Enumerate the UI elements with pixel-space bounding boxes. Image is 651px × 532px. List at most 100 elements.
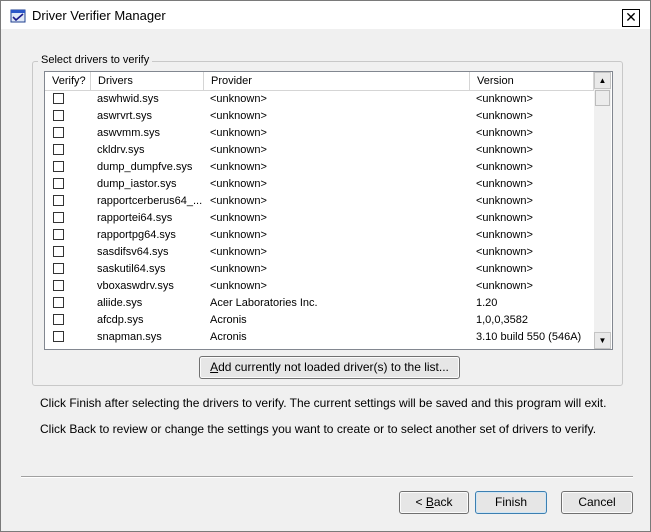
verify-checkbox[interactable] [53,280,64,291]
back-button-prefix: < [415,495,426,509]
driver-name-cell: vboxaswdrv.sys [97,280,174,292]
table-row[interactable]: dump_iastor.sys <unknown> <unknown> [45,176,594,193]
provider-cell: <unknown> [210,110,267,122]
verify-checkbox[interactable] [53,178,64,189]
table-row[interactable]: aliide.sys Acer Laboratories Inc. 1.20 [45,295,594,312]
provider-cell: Acronis [210,331,247,343]
provider-cell: <unknown> [210,280,267,292]
verify-checkbox[interactable] [53,314,64,325]
cancel-button[interactable]: Cancel [561,491,633,514]
driver-name-cell: ckldrv.sys [97,144,145,156]
verify-checkbox[interactable] [53,331,64,342]
version-cell: 1.20 [476,297,498,309]
verify-checkbox[interactable] [53,297,64,308]
verify-checkbox[interactable] [53,195,64,206]
finish-button[interactable]: Finish [475,491,547,514]
driver-name-cell: rapportei64.sys [97,212,173,224]
driver-name-cell: aswvmm.sys [97,127,160,139]
version-cell: 3.10 build 550 (546A) [476,331,582,343]
info-back-text: Click Back to review or change the setti… [40,422,597,436]
provider-cell: <unknown> [210,161,267,173]
version-cell: <unknown> [476,161,533,173]
footer-separator [21,476,633,478]
version-cell: 1,0,0,3582 [476,314,528,326]
table-row[interactable]: rapportpg64.sys <unknown> <unknown> [45,227,594,244]
table-row[interactable]: aswvmm.sys <unknown> <unknown> [45,125,594,142]
verify-checkbox[interactable] [53,229,64,240]
add-button-accel: A [210,360,219,374]
verify-checkbox[interactable] [53,212,64,223]
provider-cell: <unknown> [210,195,267,207]
provider-cell: <unknown> [210,212,267,224]
driver-name-cell: afcdp.sys [97,314,144,326]
back-button-label: ack [433,495,453,509]
version-cell: <unknown> [476,178,533,190]
driver-name-cell: dump_iastor.sys [97,178,177,190]
driver-name-cell: aswrvrt.sys [97,110,152,122]
table-row[interactable]: rapportcerberus64_... <unknown> <unknown> [45,193,594,210]
back-button-accel: B [425,495,434,509]
table-row[interactable]: vboxaswdrv.sys <unknown> <unknown> [45,278,594,295]
verify-checkbox[interactable] [53,161,64,172]
provider-cell: <unknown> [210,229,267,241]
scroll-down-arrow-icon: ▼ [598,336,607,345]
driver-name-cell: rapportcerberus64_... [97,195,203,207]
scroll-up-button[interactable]: ▲ [594,72,611,89]
table-row[interactable]: ckldrv.sys <unknown> <unknown> [45,142,594,159]
scroll-down-button[interactable]: ▼ [594,332,611,349]
verify-checkbox[interactable] [53,93,64,104]
version-cell: <unknown> [476,246,533,258]
version-cell: <unknown> [476,212,533,224]
table-row[interactable]: afcdp.sys Acronis 1,0,0,3582 [45,312,594,329]
column-header-version[interactable]: Version [470,72,594,90]
driver-name-cell: snapman.sys [97,331,162,343]
provider-cell: <unknown> [210,178,267,190]
provider-cell: Acronis [210,314,247,326]
column-header-provider[interactable]: Provider [204,72,470,90]
version-cell: <unknown> [476,280,533,292]
add-button-label: dd currently not loaded driver(s) to the… [218,360,449,374]
column-header-drivers[interactable]: Drivers [91,72,204,90]
provider-cell: <unknown> [210,127,267,139]
driver-name-cell: aliide.sys [97,297,143,309]
provider-cell: Acer Laboratories Inc. [210,297,318,309]
table-row[interactable]: aswrvrt.sys <unknown> <unknown> [45,108,594,125]
scroll-up-arrow-icon: ▲ [598,76,607,85]
close-icon: ✕ [625,9,637,25]
verify-checkbox[interactable] [53,144,64,155]
verify-checkbox[interactable] [53,246,64,257]
driver-name-cell: dump_dumpfve.sys [97,161,193,173]
info-finish-text: Click Finish after selecting the drivers… [40,396,607,410]
vertical-scrollbar[interactable]: ▲ ▼ [594,72,611,349]
back-button[interactable]: < Back [399,491,469,514]
version-cell: <unknown> [476,229,533,241]
verify-checkbox[interactable] [53,110,64,121]
version-cell: <unknown> [476,127,533,139]
drivers-list[interactable]: Verify? Drivers Provider Version aswhwid… [44,71,613,350]
table-row[interactable]: sasdifsv64.sys <unknown> <unknown> [45,244,594,261]
verify-checkbox[interactable] [53,263,64,274]
column-header-verify[interactable]: Verify? [45,72,91,90]
verifier-app-icon [10,9,26,23]
window-title: Driver Verifier Manager [32,8,166,23]
version-cell: <unknown> [476,110,533,122]
table-row[interactable]: dump_dumpfve.sys <unknown> <unknown> [45,159,594,176]
version-cell: <unknown> [476,144,533,156]
group-legend: Select drivers to verify [38,54,153,66]
version-cell: <unknown> [476,195,533,207]
scroll-thumb[interactable] [595,90,610,106]
table-row[interactable]: rapportei64.sys <unknown> <unknown> [45,210,594,227]
verify-checkbox[interactable] [53,127,64,138]
table-row[interactable]: saskutil64.sys <unknown> <unknown> [45,261,594,278]
driver-verifier-window: Driver Verifier Manager ✕ Select drivers… [0,0,651,532]
add-not-loaded-drivers-button[interactable]: Add currently not loaded driver(s) to th… [199,356,460,379]
provider-cell: <unknown> [210,144,267,156]
close-button[interactable]: ✕ [622,9,640,27]
provider-cell: <unknown> [210,263,267,275]
driver-name-cell: saskutil64.sys [97,263,166,275]
driver-name-cell: rapportpg64.sys [97,229,176,241]
title-bar: Driver Verifier Manager ✕ [1,1,650,29]
driver-name-cell: aswhwid.sys [97,93,159,105]
table-row[interactable]: snapman.sys Acronis 3.10 build 550 (546A) [45,329,594,346]
table-row[interactable]: aswhwid.sys <unknown> <unknown> [45,91,594,108]
